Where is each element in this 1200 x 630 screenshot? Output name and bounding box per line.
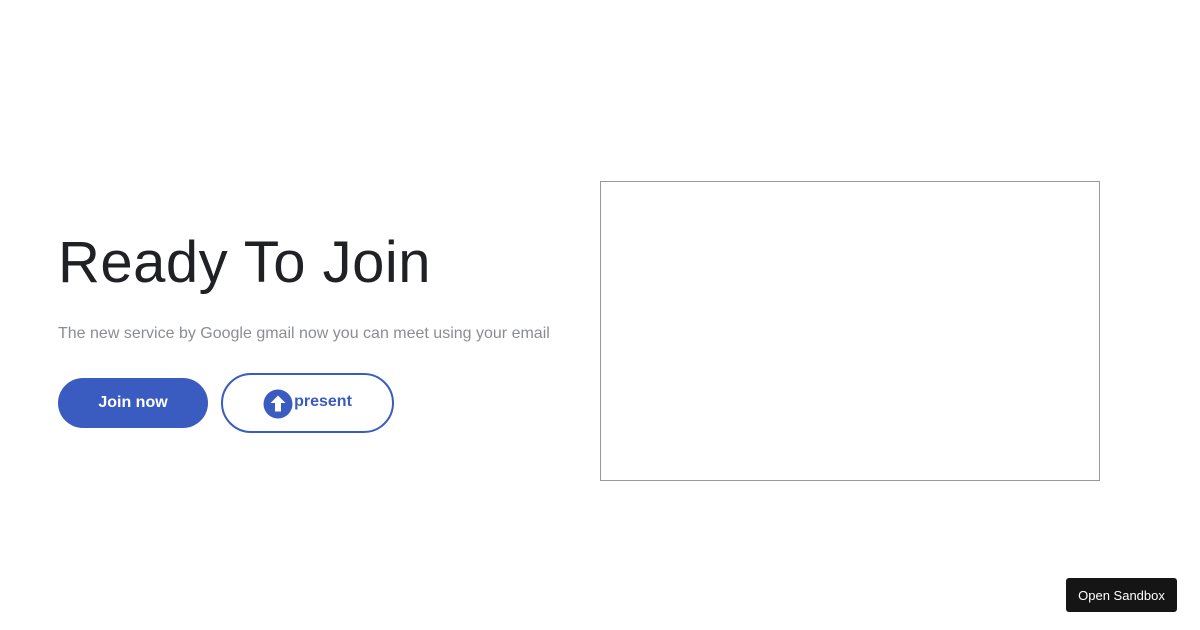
open-sandbox-button[interactable]: Open Sandbox <box>1066 578 1177 612</box>
present-button[interactable]: present <box>221 373 394 433</box>
join-now-label: Join now <box>98 394 168 411</box>
open-sandbox-label: Open Sandbox <box>1078 587 1165 603</box>
page-subtitle: The new service by Google gmail now you … <box>58 325 550 342</box>
action-buttons: Join now present <box>58 373 394 433</box>
upload-arrow-icon <box>263 389 293 419</box>
video-preview <box>600 181 1100 481</box>
page-title: Ready To Join <box>58 230 431 295</box>
present-label: present <box>294 393 352 410</box>
hero-section: Ready To Join The new service by Google … <box>58 228 578 433</box>
page: Ready To Join The new service by Google … <box>0 0 1200 630</box>
join-now-button[interactable]: Join now <box>58 378 208 428</box>
